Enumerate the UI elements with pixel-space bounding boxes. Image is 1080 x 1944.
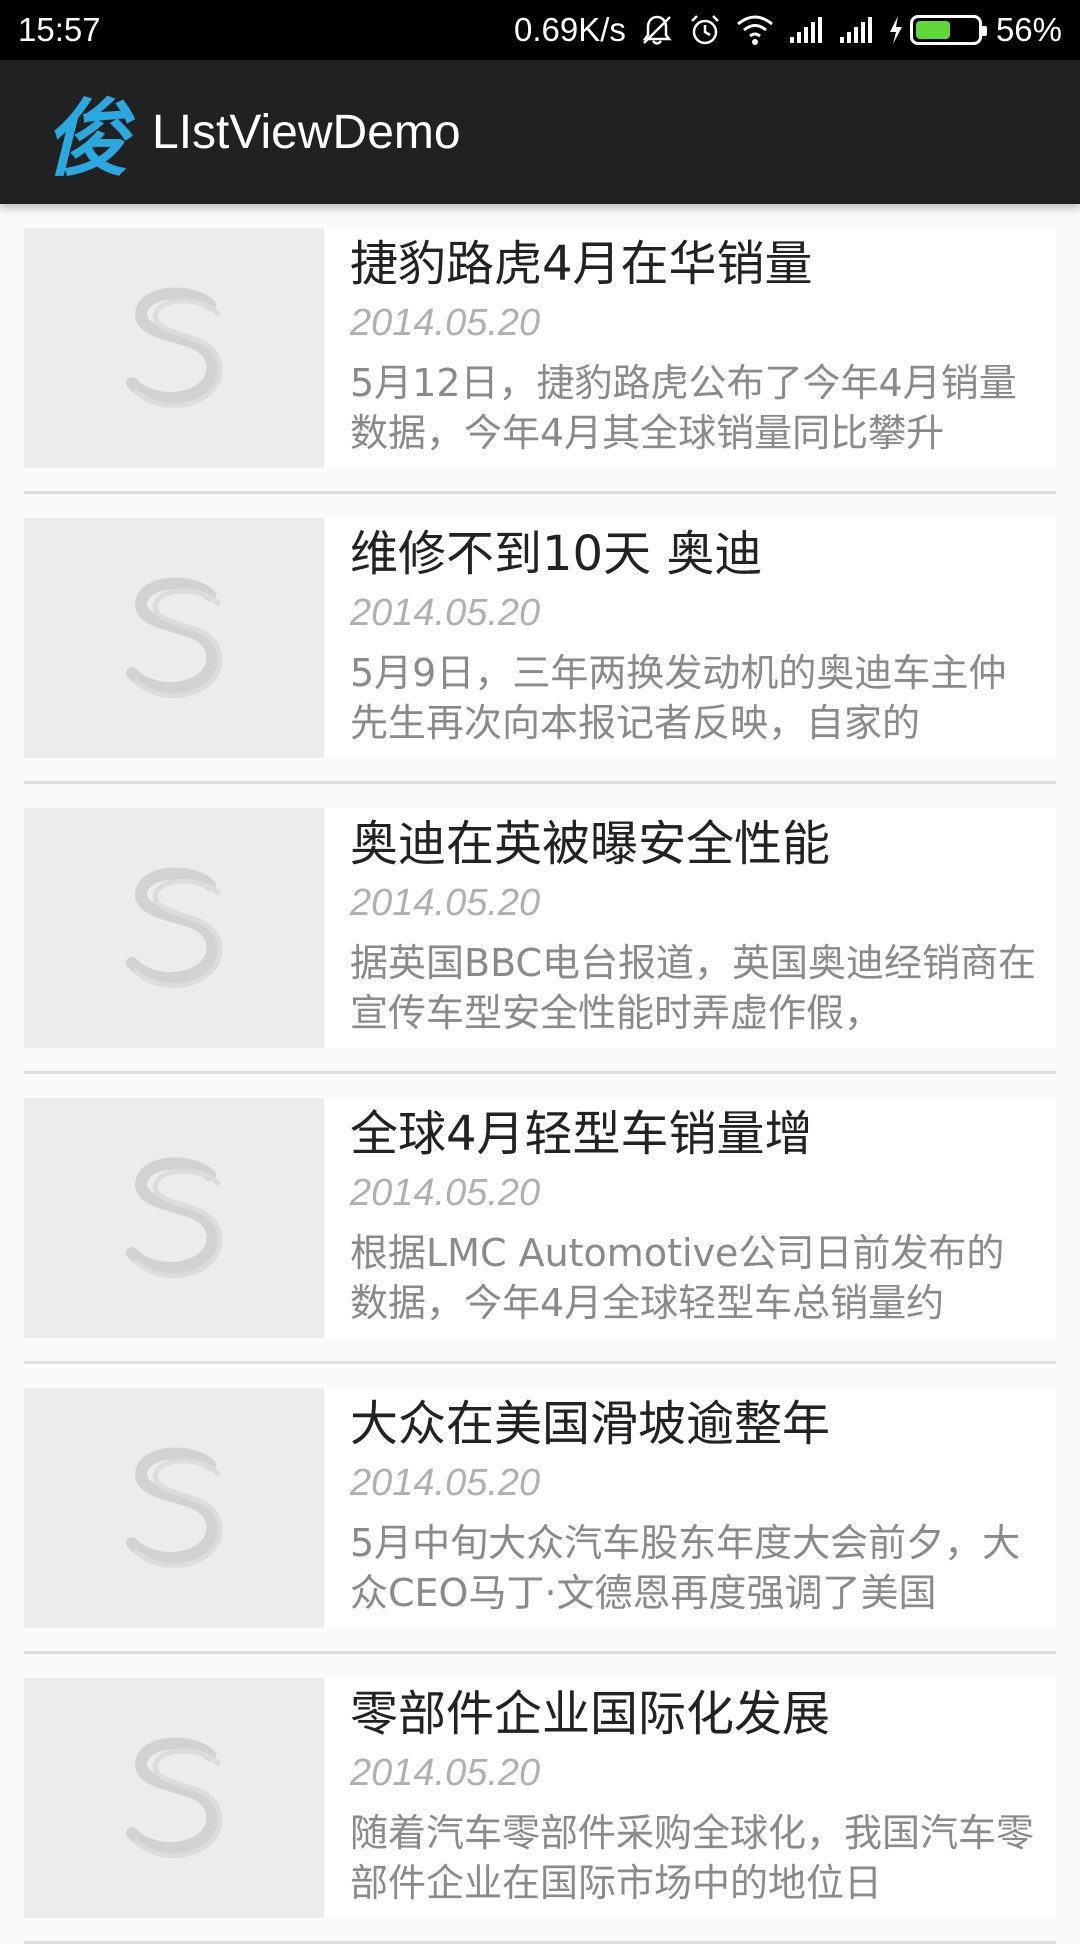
status-icons: 0.69K/s 56% (514, 11, 1062, 49)
news-date: 2014.05.20 (350, 1172, 541, 1214)
list-item[interactable]: 维修不到10天 奥迪 2014.05.20 5月9日，三年两换发动机的奥迪车主仲… (24, 494, 1056, 784)
news-description: 5月中旬大众汽车股东年度大会前夕，大众CEO马丁·文德恩再度强调了美国 (350, 1521, 1021, 1615)
wifi-icon (736, 14, 774, 46)
news-card: 维修不到10天 奥迪 2014.05.20 5月9日，三年两换发动机的奥迪车主仲… (324, 518, 1056, 758)
thumbnail-placeholder-icon (24, 1388, 324, 1628)
news-card: 零部件企业国际化发展 2014.05.20 随着汽车零部件采购全球化，我国汽车零… (324, 1678, 1056, 1918)
thumbnail-placeholder-icon (24, 1098, 324, 1338)
news-description: 5月9日，三年两换发动机的奥迪车主仲先生再次向本报记者反映，自家的 (350, 651, 1007, 745)
thumbnail-placeholder-icon (24, 518, 324, 758)
news-title: 零部件企业国际化发展 (350, 1686, 831, 1742)
thumbnail-placeholder-icon (24, 808, 324, 1048)
signal-icon (788, 15, 824, 45)
list-item[interactable]: 全球4月轻型车销量增 2014.05.20 根据LMC Automotive公司… (24, 1074, 1056, 1364)
news-description: 根据LMC Automotive公司日前发布的数据，今年4月全球轻型车总销量约 (350, 1231, 1005, 1325)
list-item[interactable]: 零部件企业国际化发展 2014.05.20 随着汽车零部件采购全球化，我国汽车零… (24, 1654, 1056, 1944)
list-item[interactable]: 奥迪在英被曝安全性能 2014.05.20 据英国BBC电台报道，英国奥迪经销商… (24, 784, 1056, 1074)
app-bar: 俊 LIstViewDemo (0, 60, 1080, 204)
news-title: 全球4月轻型车销量增 (350, 1106, 813, 1162)
mute-bell-icon (640, 13, 674, 47)
status-bar: 15:57 0.69K/s 56% (0, 0, 1080, 60)
network-speed: 0.69K/s (514, 11, 626, 48)
news-card: 大众在美国滑坡逾整年 2014.05.20 5月中旬大众汽车股东年度大会前夕，大… (324, 1388, 1056, 1628)
news-title: 大众在美国滑坡逾整年 (350, 1396, 831, 1452)
news-date: 2014.05.20 (350, 592, 541, 634)
list-item[interactable]: 捷豹路虎4月在华销量 2014.05.20 5月12日，捷豹路虎公布了今年4月销… (24, 204, 1056, 494)
thumbnail-placeholder-icon (24, 1678, 324, 1918)
news-card: 全球4月轻型车销量增 2014.05.20 根据LMC Automotive公司… (324, 1098, 1056, 1338)
list-item[interactable]: 大众在美国滑坡逾整年 2014.05.20 5月中旬大众汽车股东年度大会前夕，大… (24, 1364, 1056, 1654)
battery-indicator: 56% (888, 11, 1062, 49)
news-description: 随着汽车零部件采购全球化，我国汽车零部件企业在国际市场中的地位日 (350, 1811, 1035, 1905)
news-date: 2014.05.20 (350, 302, 541, 344)
news-card: 奥迪在英被曝安全性能 2014.05.20 据英国BBC电台报道，英国奥迪经销商… (324, 808, 1056, 1048)
app-logo: 俊 (44, 88, 129, 188)
news-date: 2014.05.20 (350, 1752, 541, 1794)
thumbnail-placeholder-icon (24, 228, 324, 468)
news-date: 2014.05.20 (350, 882, 541, 924)
battery-fill (915, 21, 950, 39)
news-date: 2014.05.20 (350, 1462, 541, 1504)
news-list[interactable]: 捷豹路虎4月在华销量 2014.05.20 5月12日，捷豹路虎公布了今年4月销… (24, 204, 1056, 1944)
app-title: LIstViewDemo (152, 105, 461, 159)
news-title: 捷豹路虎4月在华销量 (350, 236, 813, 292)
news-title: 奥迪在英被曝安全性能 (350, 816, 831, 872)
signal-icon (838, 15, 874, 45)
battery-percent: 56% (995, 11, 1062, 48)
news-description: 据英国BBC电台报道，英国奥迪经销商在宣传车型安全性能时弄虚作假， (350, 941, 1036, 1035)
battery-icon (909, 15, 987, 45)
news-description: 5月12日，捷豹路虎公布了今年4月销量数据，今年4月其全球销量同比攀升 (350, 361, 1017, 455)
status-time: 15:57 (18, 11, 101, 48)
news-card: 捷豹路虎4月在华销量 2014.05.20 5月12日，捷豹路虎公布了今年4月销… (324, 228, 1056, 468)
news-title: 维修不到10天 奥迪 (350, 526, 763, 582)
alarm-icon (688, 13, 722, 47)
charging-icon (888, 15, 904, 45)
